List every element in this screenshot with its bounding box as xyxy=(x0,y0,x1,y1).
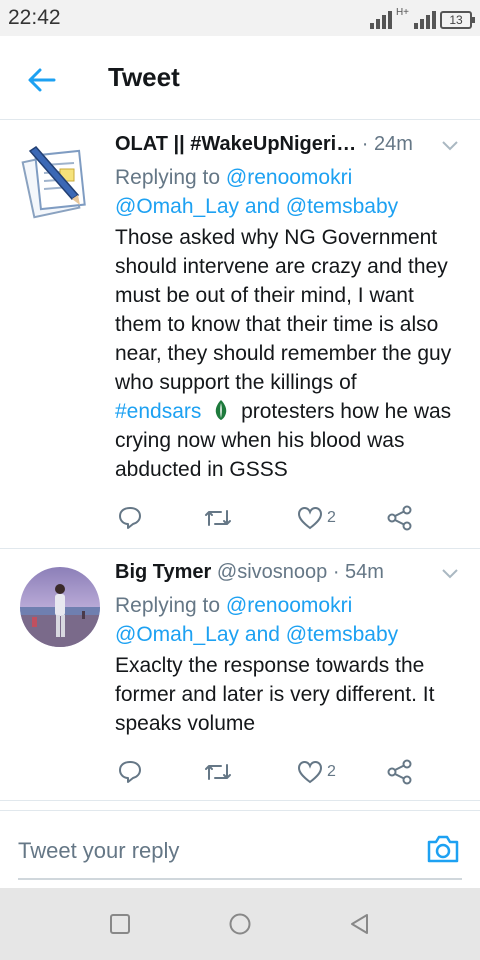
reply-icon xyxy=(119,761,141,783)
home-button[interactable] xyxy=(228,912,252,936)
retweet-button[interactable] xyxy=(203,757,233,787)
tweet-time: · 54m xyxy=(332,561,384,583)
mention-link[interactable]: @Omah_Lay xyxy=(115,623,239,646)
retweet-button[interactable] xyxy=(203,503,233,533)
tweet-actions: 2 xyxy=(115,503,415,533)
beach-photo-avatar xyxy=(20,567,100,647)
camera-button[interactable] xyxy=(426,834,460,864)
like-button[interactable]: 2 xyxy=(297,757,336,787)
share-icon xyxy=(387,759,412,785)
status-bar: 22:42 H+ 13 xyxy=(0,0,480,36)
tweet-body: Big Tymer @sivosnoop · 54m Replying to @… xyxy=(115,561,462,738)
tweet-text-part: Those asked why NG Government should int… xyxy=(115,226,452,394)
avatar[interactable] xyxy=(20,143,100,223)
header: Tweet xyxy=(0,36,480,120)
chevron-down-icon[interactable] xyxy=(440,563,460,583)
like-button[interactable]: 2 xyxy=(297,503,336,533)
tweet[interactable]: OLAT || #WakeUpNigeri… · 24m Replying to… xyxy=(0,121,480,549)
camera-icon xyxy=(427,835,459,863)
like-count: 2 xyxy=(327,763,336,780)
square-icon xyxy=(110,914,130,934)
mention-link[interactable]: @renoomokri xyxy=(226,166,352,189)
heart-icon xyxy=(297,506,323,530)
replying-to: Replying to @renoomokri @Omah_Lay and @t… xyxy=(115,591,462,649)
mention-link[interactable]: @Omah_Lay xyxy=(115,195,239,218)
recents-button[interactable] xyxy=(108,912,132,936)
replying-to-label: Replying to xyxy=(115,594,221,617)
user-name[interactable]: OLAT || #WakeUpNigeri… xyxy=(115,133,356,156)
page-title: Tweet xyxy=(108,62,180,92)
reply-button[interactable] xyxy=(117,757,143,787)
mention-and[interactable]: and xyxy=(245,623,280,646)
tweet-text: Those asked why NG Government should int… xyxy=(115,223,462,484)
reply-button[interactable] xyxy=(117,503,143,533)
network-type: H+ xyxy=(395,7,409,18)
chevron-down-icon[interactable] xyxy=(440,135,460,155)
share-button[interactable] xyxy=(387,503,413,533)
tweet-header: Big Tymer @sivosnoop · 54m xyxy=(115,561,462,591)
reply-input[interactable]: Tweet your reply xyxy=(18,824,462,880)
back-nav-button[interactable] xyxy=(348,912,372,936)
status-icons: H+ 13 xyxy=(369,7,475,29)
reply-icon xyxy=(119,507,141,529)
user-name[interactable]: Big Tymer xyxy=(115,561,211,584)
tweet-text: Exaclty the response towards the former … xyxy=(115,654,435,735)
back-button[interactable] xyxy=(22,60,62,100)
arrow-left-icon xyxy=(28,68,56,92)
battery-icon: 13 xyxy=(440,11,475,29)
replying-to: Replying to @renoomokri @Omah_Lay and @t… xyxy=(115,163,462,221)
notepad-pen-icon xyxy=(21,146,86,219)
tweet[interactable]: Big Tymer @sivosnoop · 54m Replying to @… xyxy=(0,549,480,801)
heart-icon xyxy=(297,760,323,784)
tweet-body: OLAT || #WakeUpNigeri… · 24m Replying to… xyxy=(115,133,462,484)
mention-and[interactable]: and xyxy=(245,195,280,218)
signal-icon-2 xyxy=(414,9,436,29)
reply-placeholder: Tweet your reply xyxy=(18,838,180,863)
triangle-back-icon xyxy=(351,914,368,934)
retweet-icon xyxy=(205,764,231,780)
user-handle[interactable]: @sivosnoop xyxy=(217,561,327,583)
divider xyxy=(0,801,480,811)
avatar[interactable] xyxy=(20,567,100,647)
mention-link[interactable]: @temsbaby xyxy=(286,623,398,646)
status-time: 22:42 xyxy=(8,6,61,29)
tweet-time: · 24m xyxy=(361,133,413,155)
mention-link[interactable]: @renoomokri xyxy=(226,594,352,617)
tweet-header: OLAT || #WakeUpNigeri… · 24m xyxy=(115,133,462,163)
hashtag-link[interactable]: #endsars xyxy=(115,400,201,423)
system-nav-bar xyxy=(0,888,480,960)
circle-icon xyxy=(229,913,251,935)
share-button[interactable] xyxy=(387,757,413,787)
retweet-icon xyxy=(205,510,231,526)
signal-icon xyxy=(369,9,392,29)
tweet-actions: 2 xyxy=(115,757,415,787)
replying-to-label: Replying to xyxy=(115,166,221,189)
share-icon xyxy=(387,505,412,531)
like-count: 2 xyxy=(327,509,336,526)
nigeria-flag-emoji-icon xyxy=(215,400,227,420)
mention-link[interactable]: @temsbaby xyxy=(286,195,398,218)
